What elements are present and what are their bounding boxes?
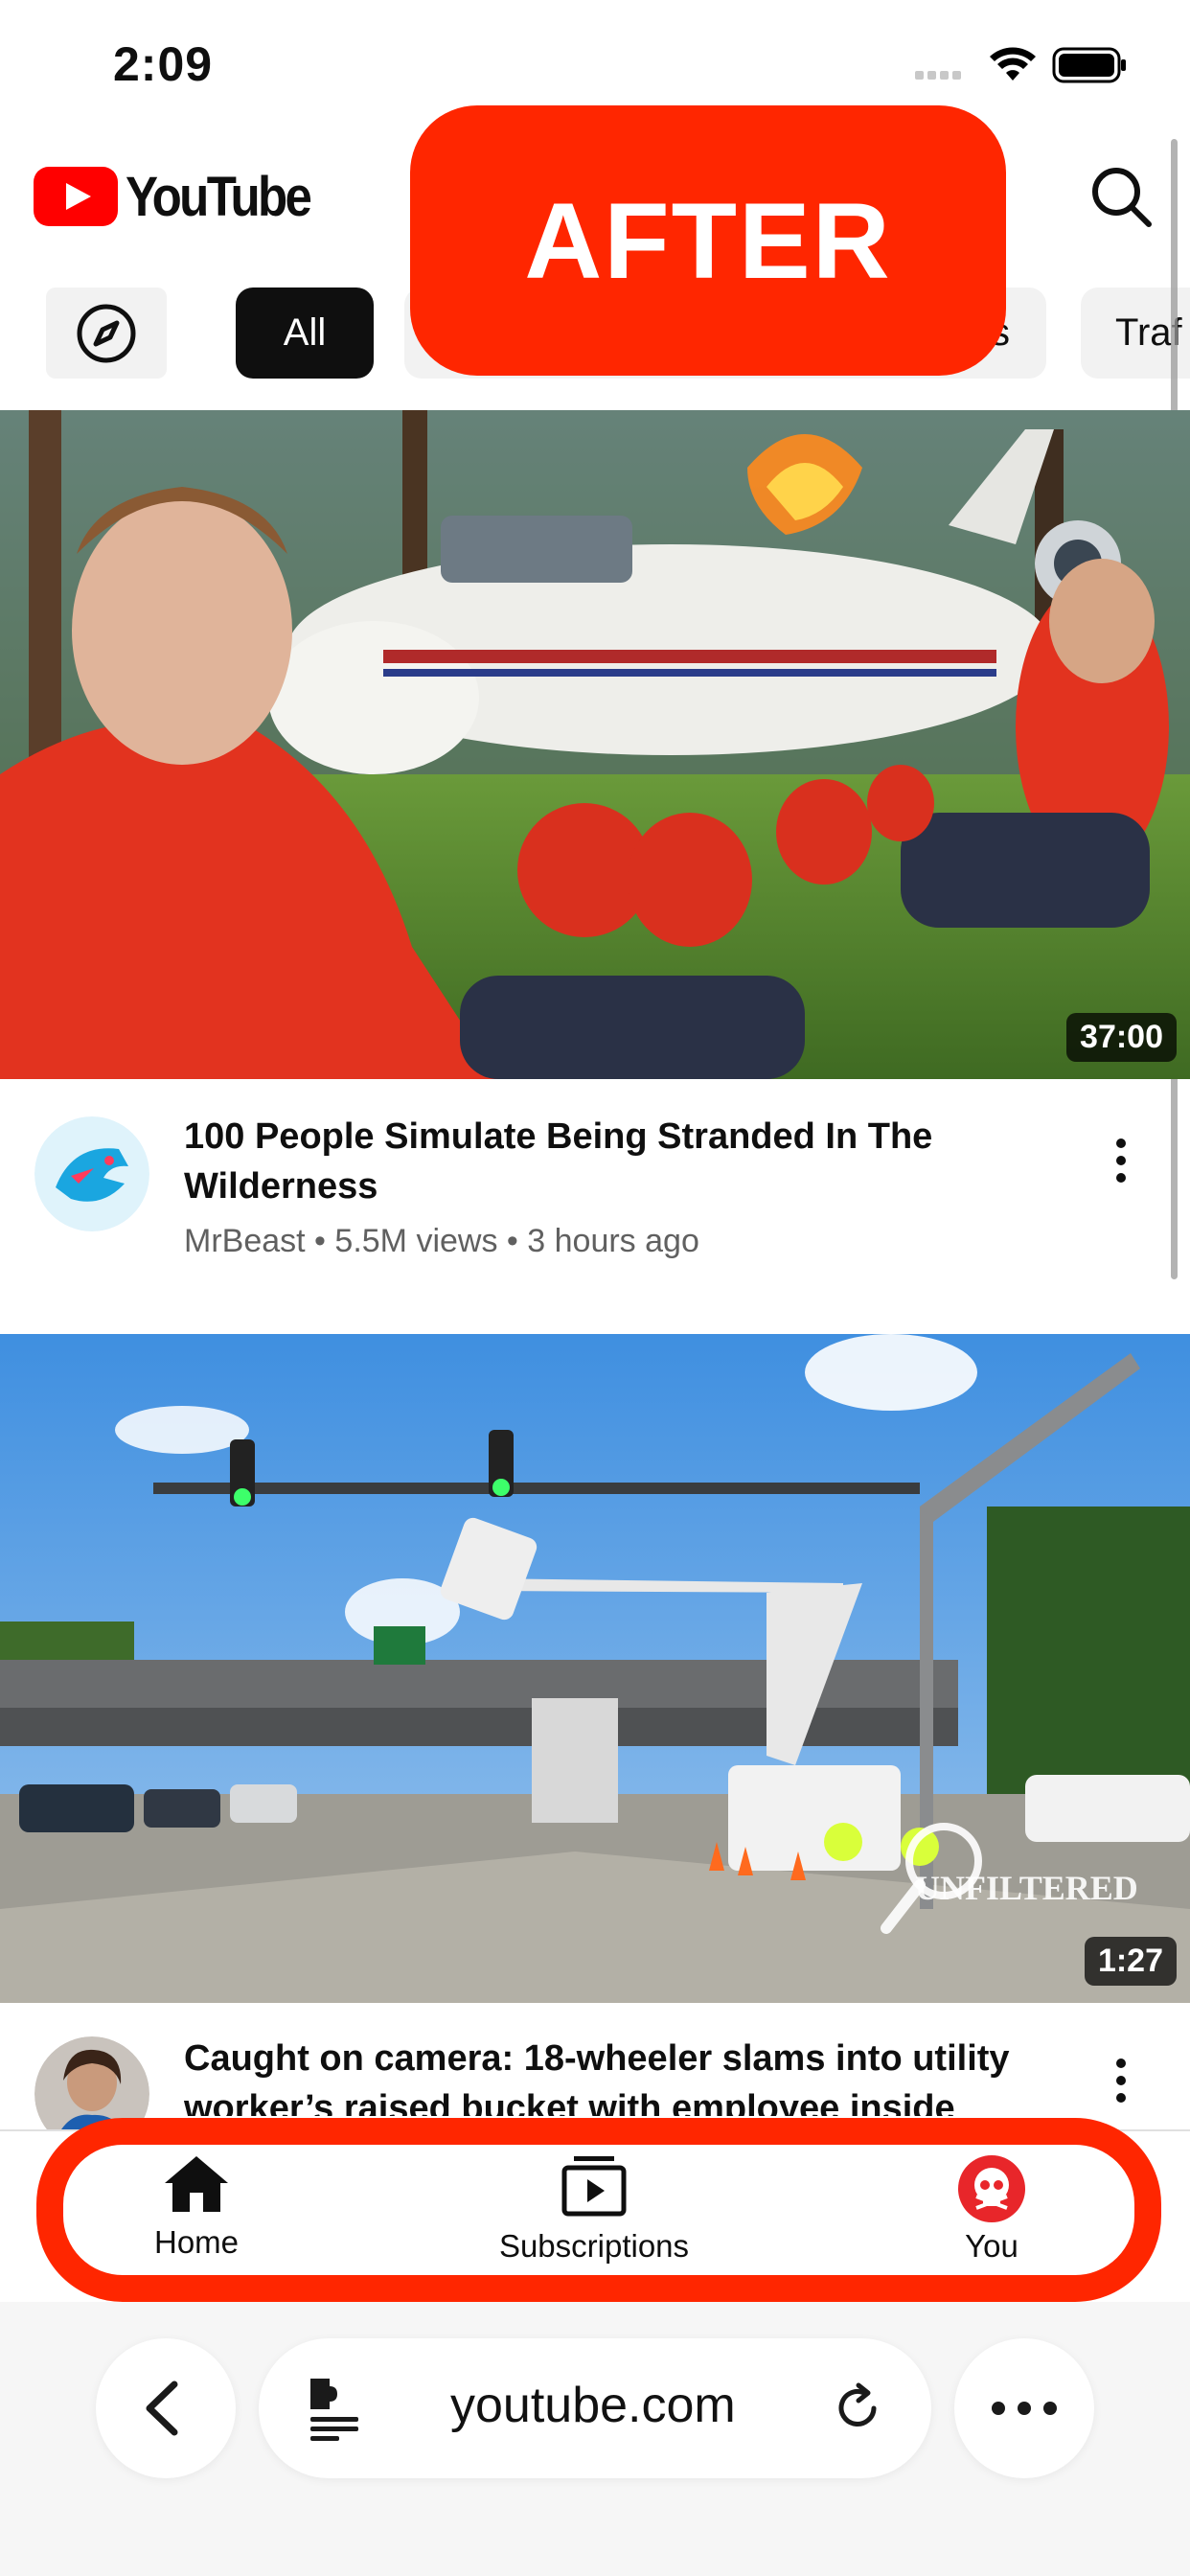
video-thumbnail[interactable]: UNFILTERED 1:27 — [0, 1334, 1190, 2003]
video-watermark: UNFILTERED — [915, 1869, 1138, 1907]
nav-you[interactable]: You — [939, 2154, 1044, 2265]
meta-separator: • — [506, 1223, 528, 1259]
video-title[interactable]: Caught on camera: 18-wheeler slams into … — [184, 2034, 1046, 2116]
ellipsis-icon — [992, 2402, 1057, 2415]
brand-wordmark: YouTube — [126, 165, 312, 228]
youtube-play-icon — [34, 167, 118, 226]
back-button[interactable] — [96, 2338, 236, 2478]
nav-home[interactable]: Home — [134, 2154, 259, 2261]
url-text: youtube.com — [450, 2378, 736, 2433]
youtube-logo[interactable]: YouTube — [34, 163, 334, 230]
subscriptions-icon — [561, 2156, 627, 2217]
meta-separator: • — [314, 1223, 335, 1259]
video-title[interactable]: 100 People Simulate Being Stranded In Th… — [184, 1112, 1046, 1211]
more-actions-icon[interactable] — [1102, 1131, 1140, 1198]
reload-icon[interactable] — [830, 2380, 885, 2436]
reader-extension-icon[interactable] — [305, 2375, 364, 2442]
more-menu-button[interactable] — [954, 2338, 1094, 2478]
channel-avatar[interactable] — [34, 1116, 149, 1231]
wifi-icon — [990, 47, 1036, 80]
nav-subscriptions-label: Subscriptions — [498, 2228, 690, 2264]
skull-avatar-icon — [958, 2155, 1025, 2222]
compass-icon — [77, 304, 136, 362]
home-icon — [165, 2156, 228, 2212]
nav-home-label: Home — [153, 2224, 240, 2260]
video-thumbnail[interactable]: 37:00 — [0, 410, 1190, 1079]
traffic-thumbnail-image: UNFILTERED — [0, 1334, 1190, 2003]
battery-icon — [1052, 47, 1126, 83]
mrbeast-avatar-icon — [34, 1116, 149, 1231]
video-duration: 37:00 — [1066, 1013, 1177, 1062]
status-time: 2:09 — [113, 37, 214, 91]
nav-subscriptions[interactable]: Subscriptions — [479, 2154, 709, 2265]
more-actions-icon[interactable] — [1102, 2051, 1140, 2118]
after-badge: AFTER — [410, 105, 1006, 376]
video-meta: MrBeast • 5.5M views • 3 hours ago — [184, 1223, 699, 1260]
view-count: 5.5M views — [334, 1223, 498, 1259]
stranded-thumbnail-image — [0, 410, 1190, 1079]
search-icon[interactable] — [1087, 163, 1155, 230]
chip-all[interactable]: All — [236, 288, 374, 379]
address-bar[interactable]: youtube.com — [259, 2338, 931, 2478]
video-duration: 1:27 — [1084, 1937, 1177, 1986]
signal-icon — [915, 67, 969, 80]
nav-you-label: You — [965, 2228, 1018, 2264]
upload-age: 3 hours ago — [527, 1223, 699, 1259]
explore-chip[interactable] — [46, 288, 167, 379]
channel-name[interactable]: MrBeast — [184, 1223, 306, 1259]
chevron-left-icon — [146, 2380, 178, 2436]
